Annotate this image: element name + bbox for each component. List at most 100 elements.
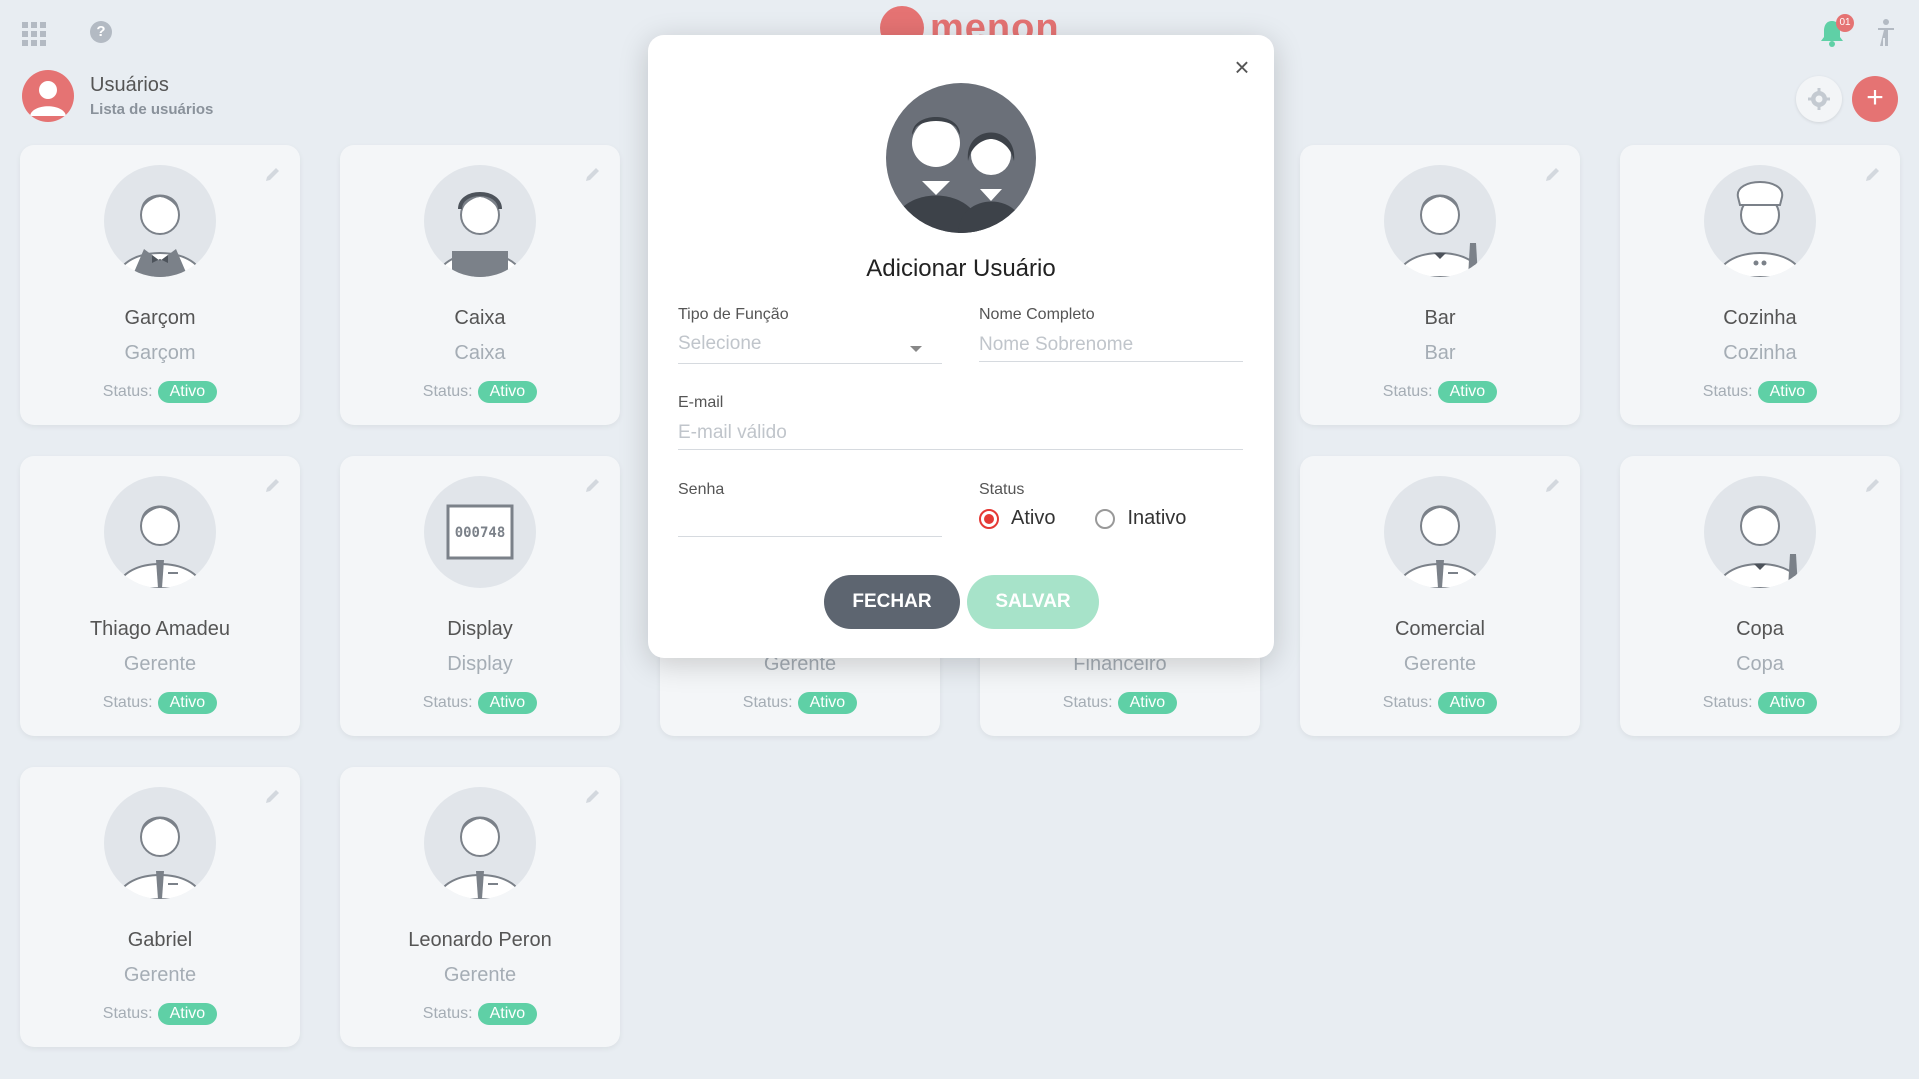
status-label: Status: bbox=[102, 1005, 153, 1022]
edit-pencil-icon[interactable] bbox=[1544, 165, 1562, 183]
user-name: Caixa bbox=[454, 307, 506, 329]
user-status: Status: Ativo bbox=[340, 1003, 620, 1025]
user-avatar-icon bbox=[424, 787, 536, 899]
status-field: Status Ativo Inativo bbox=[979, 481, 1243, 530]
status-badge: Ativo bbox=[1437, 381, 1498, 403]
user-role: Bar bbox=[1424, 342, 1456, 364]
role-label: Tipo de Função bbox=[678, 306, 789, 323]
edit-pencil-icon[interactable] bbox=[584, 476, 602, 494]
user-avatar-icon bbox=[1384, 476, 1496, 588]
user-avatar-icon bbox=[104, 476, 216, 588]
status-label: Status: bbox=[102, 694, 153, 711]
user-card[interactable]: Comercial Gerente Status: Ativo bbox=[1300, 456, 1580, 736]
status-badge: Ativo bbox=[1757, 692, 1818, 714]
status-badge: Ativo bbox=[797, 692, 858, 714]
status-badge: Ativo bbox=[1757, 381, 1818, 403]
edit-pencil-icon[interactable] bbox=[264, 787, 282, 805]
user-status: Status: Ativo bbox=[980, 692, 1260, 714]
role-field: Tipo de Função Selecione bbox=[678, 306, 942, 364]
edit-pencil-icon[interactable] bbox=[1864, 476, 1882, 494]
full-name-field: Nome Completo bbox=[979, 306, 1243, 362]
radio-checked-icon bbox=[979, 508, 999, 529]
svg-text:000748: 000748 bbox=[455, 525, 506, 541]
user-avatar-icon bbox=[1384, 165, 1496, 277]
status-badge: Ativo bbox=[157, 381, 218, 403]
user-status: Status: Ativo bbox=[340, 381, 620, 403]
user-card[interactable]: Caixa Caixa Status: Ativo bbox=[340, 145, 620, 425]
status-label: Status: bbox=[422, 1005, 473, 1022]
modal-title: Adicionar Usuário bbox=[866, 255, 1056, 282]
edit-pencil-icon[interactable] bbox=[584, 787, 602, 805]
email-field: E-mail bbox=[678, 394, 1243, 450]
user-status: Status: Ativo bbox=[1300, 381, 1580, 403]
user-role: Caixa bbox=[454, 342, 506, 364]
user-name: Gabriel bbox=[127, 929, 193, 951]
user-role: Gerente bbox=[123, 964, 197, 986]
close-button[interactable]: FECHAR bbox=[824, 575, 960, 629]
password-input[interactable] bbox=[678, 503, 942, 537]
status-badge: Ativo bbox=[477, 381, 538, 403]
user-card[interactable]: Garçom Garçom Status: Ativo bbox=[20, 145, 300, 425]
user-avatar-icon bbox=[1704, 476, 1816, 588]
role-select[interactable]: Selecione bbox=[678, 328, 942, 364]
user-name: Bar bbox=[1424, 307, 1456, 329]
status-inactive-radio[interactable]: Inativo bbox=[1095, 507, 1186, 530]
notification-count-badge: 01 bbox=[1836, 14, 1854, 32]
user-avatar-icon bbox=[1704, 165, 1816, 277]
user-name: Cozinha bbox=[1723, 307, 1797, 329]
user-name: Leonardo Peron bbox=[408, 929, 552, 951]
user-status: Status: Ativo bbox=[1620, 381, 1900, 403]
edit-pencil-icon[interactable] bbox=[1544, 476, 1562, 494]
user-card[interactable]: Leonardo Peron Gerente Status: Ativo bbox=[340, 767, 620, 1047]
user-status: Status: Ativo bbox=[340, 692, 620, 714]
page-subtitle: Lista de usuários bbox=[90, 101, 214, 118]
user-status: Status: Ativo bbox=[1620, 692, 1900, 714]
user-card[interactable]: Copa Copa Status: Ativo bbox=[1620, 456, 1900, 736]
user-card[interactable]: Bar Bar Status: Ativo bbox=[1300, 145, 1580, 425]
page-header: Usuários Lista de usuários bbox=[22, 70, 213, 122]
accessibility-person-icon[interactable] bbox=[1874, 18, 1898, 48]
close-icon[interactable]: × bbox=[1228, 53, 1256, 81]
add-user-button[interactable]: + bbox=[1852, 76, 1898, 122]
user-name: Comercial bbox=[1394, 618, 1486, 640]
edit-pencil-icon[interactable] bbox=[584, 165, 602, 183]
status-inactive-label: Inativo bbox=[1127, 507, 1187, 529]
users-couple-icon bbox=[886, 83, 1036, 233]
user-role: Display bbox=[447, 653, 513, 675]
status-label: Status: bbox=[422, 694, 473, 711]
apps-grid-icon[interactable] bbox=[22, 22, 46, 46]
user-role: Gerente bbox=[123, 653, 197, 675]
user-card[interactable]: Thiago Amadeu Gerente Status: Ativo bbox=[20, 456, 300, 736]
status-badge: Ativo bbox=[1437, 692, 1498, 714]
status-label: Status: bbox=[742, 694, 793, 711]
edit-pencil-icon[interactable] bbox=[264, 165, 282, 183]
user-avatar-icon bbox=[104, 165, 216, 277]
password-field: Senha bbox=[678, 481, 942, 537]
email-input[interactable] bbox=[678, 416, 1243, 450]
full-name-input[interactable] bbox=[979, 328, 1243, 362]
user-name: Display bbox=[447, 618, 513, 640]
user-status: Status: Ativo bbox=[20, 692, 300, 714]
user-card[interactable]: 000748 Display Display Status: Ativo bbox=[340, 456, 620, 736]
email-label: E-mail bbox=[678, 394, 724, 411]
radio-unchecked-icon bbox=[1095, 508, 1116, 529]
user-avatar-icon bbox=[104, 787, 216, 899]
user-card[interactable]: Cozinha Cozinha Status: Ativo bbox=[1620, 145, 1900, 425]
user-status: Status: Ativo bbox=[20, 1003, 300, 1025]
user-role: Copa bbox=[1736, 653, 1784, 675]
status-badge: Ativo bbox=[477, 692, 538, 714]
save-button[interactable]: SALVAR bbox=[967, 575, 1099, 629]
user-card[interactable]: Gabriel Gerente Status: Ativo bbox=[20, 767, 300, 1047]
user-role: Gerente bbox=[443, 964, 517, 986]
status-label: Status: bbox=[1702, 383, 1753, 400]
edit-pencil-icon[interactable] bbox=[264, 476, 282, 494]
full-name-label: Nome Completo bbox=[979, 306, 1095, 323]
help-icon[interactable]: ? bbox=[90, 21, 112, 43]
status-radio-group: Ativo Inativo bbox=[979, 507, 1243, 530]
user-role: Gerente bbox=[1403, 653, 1477, 675]
edit-pencil-icon[interactable] bbox=[1864, 165, 1882, 183]
status-active-radio[interactable]: Ativo bbox=[979, 507, 1055, 530]
settings-button[interactable] bbox=[1796, 76, 1842, 122]
user-name: Garçom bbox=[124, 307, 196, 329]
user-avatar-icon: 000748 bbox=[424, 476, 536, 588]
